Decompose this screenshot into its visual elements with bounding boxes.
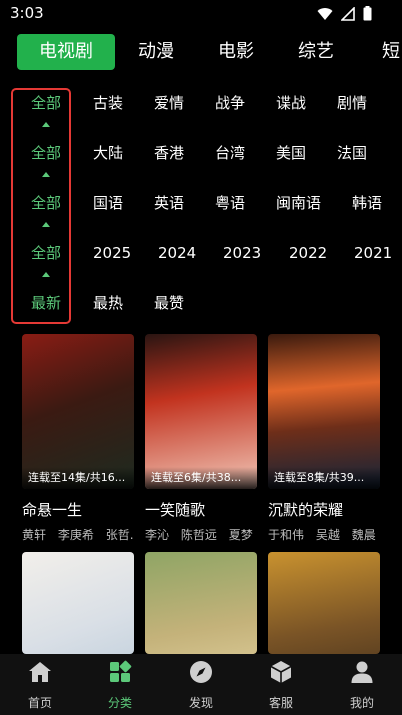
filter-genre-item[interactable]: 剧情 <box>337 88 367 118</box>
status-icons <box>317 6 372 21</box>
wifi-icon <box>317 7 333 20</box>
nav-label: 发现 <box>188 696 213 710</box>
filter-region-item[interactable]: 香港 <box>154 138 184 168</box>
cube-icon <box>270 661 292 683</box>
filter-sort-top-rated[interactable]: 最赞 <box>154 288 184 318</box>
filter-year-item[interactable]: 2023 <box>223 238 261 268</box>
filter-language-item[interactable]: 闽南语 <box>276 188 321 218</box>
poster-card[interactable] <box>22 552 134 654</box>
cast-name: 李沁 <box>145 528 170 542</box>
battery-icon <box>363 6 372 21</box>
poster-image: 连载至8集/共39... <box>268 334 380 489</box>
filter-genre-all[interactable]: 全部 <box>31 88 61 118</box>
nav-customer-service[interactable]: 客服 <box>256 660 306 711</box>
filter-language-item[interactable]: 国语 <box>93 188 123 218</box>
nav-home[interactable]: 首页 <box>15 660 65 711</box>
nav-label: 我的 <box>349 696 374 710</box>
poster-card[interactable]: 连载至8集/共39... <box>268 334 380 489</box>
nav-category[interactable]: 分类 <box>95 660 145 711</box>
cast-name: 吴越 <box>315 528 340 542</box>
filter-sort-hottest[interactable]: 最热 <box>93 288 123 318</box>
cast-name: 陈哲远 <box>180 528 217 542</box>
poster-title[interactable]: 沉默的荣耀 <box>268 499 343 520</box>
cast-name: 张哲... <box>105 528 134 542</box>
filter-genre-item[interactable]: 战争 <box>215 88 245 118</box>
filter-region-item[interactable]: 台湾 <box>215 138 245 168</box>
filter-genre-item[interactable]: 爱情 <box>154 88 184 118</box>
filter-sort-newest[interactable]: 最新 <box>31 288 61 318</box>
poster-image: 连载至14集/共16... <box>22 334 134 489</box>
filter-genre-item[interactable]: 古装 <box>93 88 123 118</box>
filter-language-item[interactable]: 韩语 <box>352 188 382 218</box>
poster-title[interactable]: 一笑随歌 <box>145 499 205 520</box>
filter-region-item[interactable]: 法国 <box>337 138 367 168</box>
poster-image <box>145 552 257 654</box>
status-time: 3:03 <box>10 4 44 22</box>
selected-caret <box>42 222 50 227</box>
nav-profile[interactable]: 我的 <box>337 660 387 711</box>
filter-region-all[interactable]: 全部 <box>31 138 61 168</box>
filter-year-item[interactable]: 2021 <box>354 238 392 268</box>
filter-row-region: 全部 大陆 香港 台湾 美国 法国 <box>0 138 402 168</box>
compass-icon <box>190 661 212 683</box>
poster-card[interactable] <box>145 552 257 654</box>
filter-year-all[interactable]: 全部 <box>31 238 61 268</box>
nav-label: 分类 <box>107 696 132 710</box>
poster-card[interactable]: 连载至14集/共16... <box>22 334 134 489</box>
tab-movies[interactable]: 电影 <box>210 34 262 70</box>
filter-language-all[interactable]: 全部 <box>31 188 61 218</box>
cast-name: 夏梦 <box>228 528 253 542</box>
filter-row-language: 全部 国语 英语 粤语 闽南语 韩语 <box>0 188 402 218</box>
selected-caret <box>42 272 50 277</box>
cast-name: 黄轩 <box>22 528 47 542</box>
nav-discover[interactable]: 发现 <box>176 660 226 711</box>
poster-image: 连载至6集/共38... <box>145 334 257 489</box>
signal-icon <box>341 6 355 21</box>
tab-tv-series[interactable]: 电视剧 <box>17 34 115 70</box>
selected-caret <box>42 122 50 127</box>
tab-anime[interactable]: 动漫 <box>130 34 182 70</box>
home-icon <box>29 662 51 682</box>
user-icon <box>351 661 373 683</box>
poster-card[interactable] <box>268 552 380 654</box>
poster-cast: 于和伟 吴越 魏晨 <box>268 526 380 543</box>
poster-cast: 黄轩 李庚希 张哲... <box>22 526 134 543</box>
tab-short[interactable]: 短 <box>376 34 402 70</box>
category-icon <box>110 660 132 682</box>
filter-row-sort: 最新 最热 最赞 <box>0 288 402 318</box>
cast-name: 李庚希 <box>57 528 94 542</box>
filter-row-year: 全部 2025 2024 2023 2022 2021 <box>0 238 402 268</box>
episode-badge: 连载至8集/共39... <box>268 467 380 489</box>
poster-title[interactable]: 命悬一生 <box>22 499 82 520</box>
filter-region-item[interactable]: 大陆 <box>93 138 123 168</box>
filter-row-genre: 全部 古装 爱情 战争 谍战 剧情 <box>0 88 402 118</box>
status-bar: 3:03 <box>0 0 402 30</box>
nav-label: 客服 <box>268 696 293 710</box>
episode-badge: 连载至14集/共16... <box>22 467 134 489</box>
cast-name: 于和伟 <box>268 528 305 542</box>
poster-image <box>268 552 380 654</box>
filter-genre-item[interactable]: 谍战 <box>276 88 306 118</box>
tab-variety[interactable]: 综艺 <box>290 34 342 70</box>
category-tabs: 电视剧 动漫 电影 综艺 短 <box>0 34 402 72</box>
episode-badge: 连载至6集/共38... <box>145 467 257 489</box>
filter-language-item[interactable]: 粤语 <box>215 188 245 218</box>
filter-language-item[interactable]: 英语 <box>154 188 184 218</box>
filter-year-item[interactable]: 2022 <box>289 238 327 268</box>
bottom-nav: 首页 分类 发现 客服 我的 <box>0 654 402 715</box>
filter-year-item[interactable]: 2024 <box>158 238 196 268</box>
poster-image <box>22 552 134 654</box>
filter-region-item[interactable]: 美国 <box>276 138 306 168</box>
selected-caret <box>42 172 50 177</box>
poster-card[interactable]: 连载至6集/共38... <box>145 334 257 489</box>
cast-name: 魏晨 <box>351 528 376 542</box>
poster-cast: 李沁 陈哲远 夏梦 <box>145 526 257 543</box>
nav-label: 首页 <box>27 696 52 710</box>
filter-year-item[interactable]: 2025 <box>93 238 131 268</box>
